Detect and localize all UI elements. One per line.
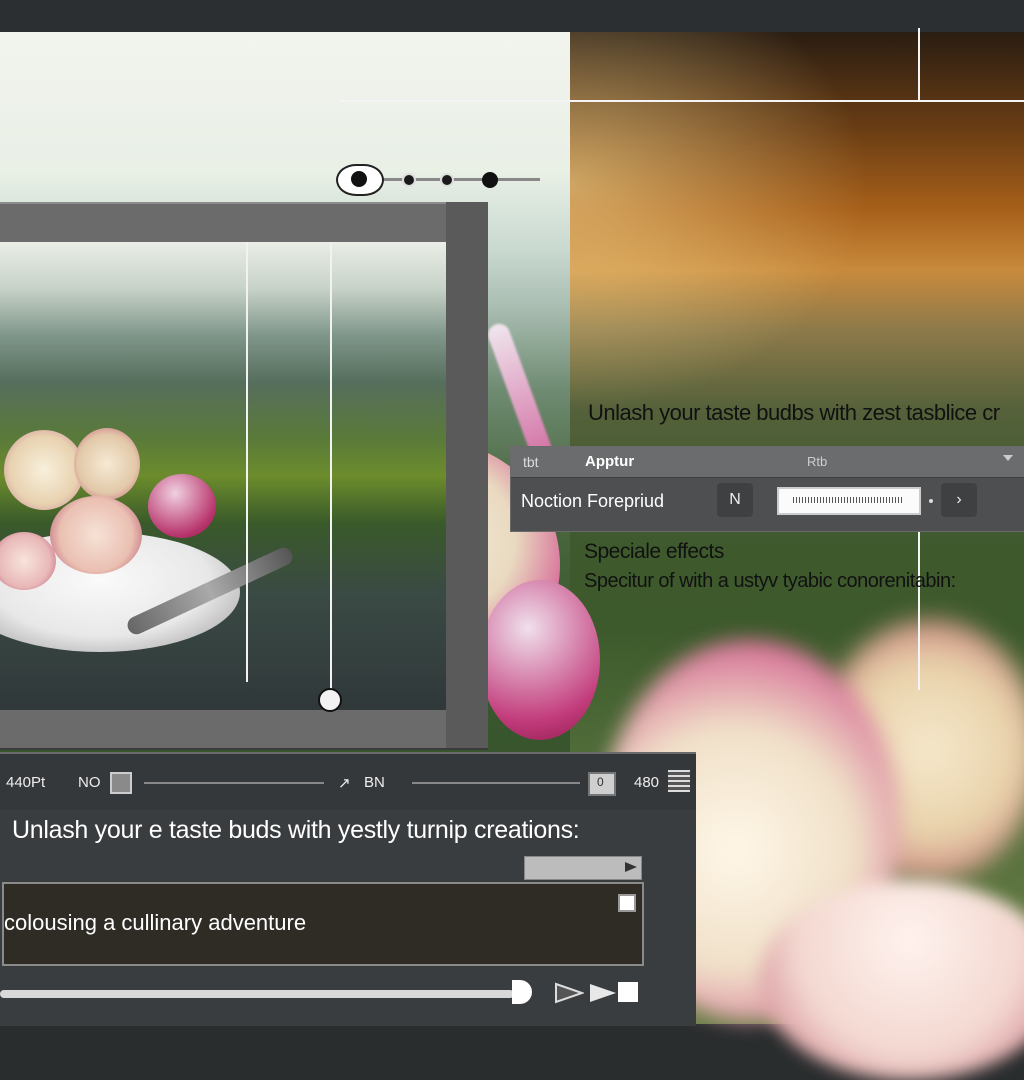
indicator-value: 0 [597,775,604,789]
text-area-value: colousing a cullinary adventure [4,910,307,935]
property-panel-header: tbt Apptur Rtb [511,447,1024,478]
preview-frame-bevel [446,202,488,748]
collapse-field[interactable] [524,856,642,880]
property-panel: tbt Apptur Rtb Noction Forepriud N › [510,446,1024,532]
right-value: 480 [634,774,660,791]
guide-line [340,100,1024,102]
separator-dot [929,499,933,503]
sun-glow [570,32,870,412]
turnip-slice [50,496,142,574]
checkbox-icon[interactable] [618,894,636,912]
property-input-value-bar [793,497,903,503]
dropdown-arrow-icon[interactable] [1003,455,1013,461]
panel-header-title: Apptur [585,453,635,470]
preview-photo [0,242,446,710]
bottom-heading: Unlash your e taste buds with yestly tur… [12,816,580,844]
photo-guide-line [330,242,332,690]
play-small-icon [625,862,637,872]
scrollbar-thumb[interactable] [512,980,532,1004]
play-outline-icon[interactable] [554,982,584,1004]
toolbar-track[interactable] [144,782,324,784]
menu-icon[interactable] [668,770,690,792]
eye-icon[interactable] [336,164,384,196]
bottom-panel: 440Pt NO ↗ BN 0 480 Unlash your e taste … [0,752,696,1026]
top-bar [0,0,1024,32]
indicator-box[interactable]: 0 [588,772,616,796]
turnip-image [74,428,140,500]
turnip-image [148,474,216,538]
property-button-right[interactable]: › [941,483,977,517]
guide-line [918,530,920,690]
crop-handle[interactable] [318,688,342,712]
stop-icon[interactable] [618,982,638,1002]
toolbar-track[interactable] [412,782,580,784]
property-label: Noction Forepriud [521,491,665,511]
play-icon[interactable] [588,982,618,1004]
no-label: NO [78,774,101,791]
turnip-image [480,580,600,740]
slider-knob[interactable] [482,172,498,188]
bottom-toolbar: 440Pt NO ↗ BN 0 480 [0,754,696,810]
panel-header-right: Rtb [807,454,828,469]
property-button-left[interactable]: N [717,483,753,517]
side-title: Unlash your taste budbs with zest tasbli… [588,400,1000,425]
timeline-scrollbar[interactable] [0,990,514,998]
slider-knob[interactable] [440,173,454,187]
bn-label: BN [364,774,385,791]
left-value: 440Pt [6,774,46,791]
property-input[interactable] [777,487,921,515]
text-area[interactable]: colousing a cullinary adventure [2,882,644,966]
effects-description: Specitur of with a ustyv tyabic conoreni… [584,570,956,592]
slider-knob[interactable] [402,173,416,187]
turnip-image [4,430,84,510]
photo-guide-line [246,242,248,682]
arrow-icon[interactable]: ↗ [338,774,351,792]
checkbox-icon[interactable] [110,772,132,794]
guide-line [918,28,920,102]
effects-title: Speciale effects [584,540,724,563]
panel-header-left: tbt [523,454,539,470]
